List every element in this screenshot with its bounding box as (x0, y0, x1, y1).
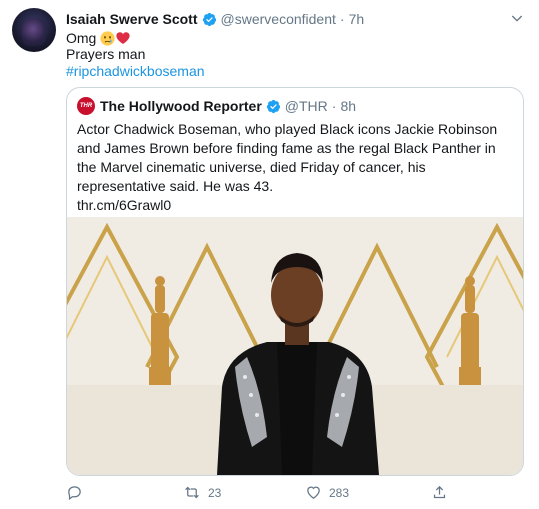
quoted-author-handle: @THR (284, 98, 328, 114)
like-button[interactable]: 283 (305, 484, 349, 501)
share-icon (433, 485, 446, 499)
share-button[interactable] (431, 484, 448, 501)
tweet[interactable]: Isaiah Swerve Scott @swerveconfident · 7… (0, 0, 539, 509)
quoted-tweet-header: THR The Hollywood Reporter @THR · 8h (77, 97, 356, 115)
retweet-count: 23 (208, 485, 222, 500)
tweet-actions: 23 283 (0, 484, 539, 502)
quoted-tweet-link: thr.cm/6Grawl0 (77, 197, 172, 213)
quoted-tweet-photo[interactable] (67, 217, 523, 475)
separator-dot: · (339, 11, 345, 27)
verified-badge-icon (202, 12, 216, 26)
quoted-tweet-time: 8h (340, 98, 357, 114)
tweet-time[interactable]: 7h (349, 11, 365, 27)
thr-avatar: THR (77, 97, 95, 115)
like-count: 283 (329, 485, 350, 500)
separator-dot: · (331, 98, 337, 114)
hashtag-link[interactable]: #ripchadwickboseman (66, 62, 205, 80)
tweet-text-line2: Prayers man (66, 46, 146, 62)
retweet-icon (185, 486, 199, 499)
red-heart-emoji-icon (116, 31, 130, 44)
reply-button[interactable] (66, 484, 83, 501)
quoted-author-name: The Hollywood Reporter (100, 98, 262, 114)
author-name[interactable]: Isaiah Swerve Scott (66, 11, 198, 27)
chevron-down-icon[interactable] (509, 10, 525, 26)
verified-badge-icon (266, 99, 280, 113)
heart-icon (307, 486, 320, 499)
reply-icon (68, 486, 81, 501)
tweet-header: Isaiah Swerve Scott @swerveconfident · 7… (66, 10, 364, 28)
crying-face-emoji-icon (100, 30, 115, 46)
author-avatar[interactable] (12, 8, 56, 52)
quoted-tweet-text: Actor Chadwick Boseman, who played Black… (77, 121, 498, 194)
author-handle[interactable]: @swerveconfident (221, 11, 336, 27)
quoted-tweet-card[interactable]: THR The Hollywood Reporter @THR · 8h Act… (66, 87, 524, 476)
retweet-button[interactable]: 23 (183, 484, 221, 501)
